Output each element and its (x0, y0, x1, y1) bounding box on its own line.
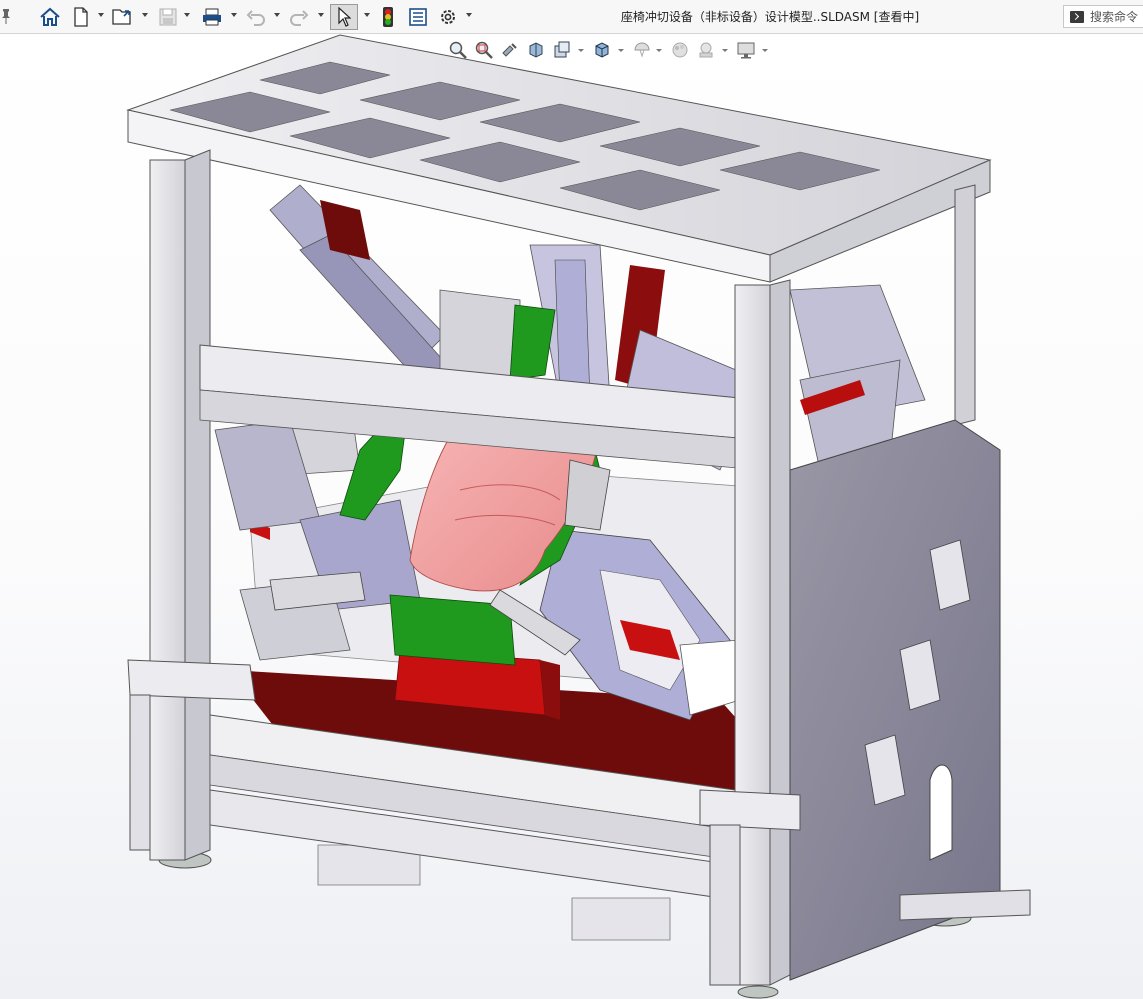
rebuild-icon[interactable] (378, 5, 398, 29)
redo-dropdown-icon[interactable] (318, 13, 324, 17)
open-dropdown-icon[interactable] (142, 13, 148, 17)
pin-icon[interactable] (0, 8, 12, 27)
undo-dropdown-icon[interactable] (274, 13, 280, 17)
redo-icon[interactable] (287, 5, 311, 29)
file-properties-icon[interactable] (407, 5, 429, 29)
undo-icon[interactable] (244, 5, 268, 29)
save-dropdown-icon[interactable] (184, 13, 190, 17)
select-dropdown-icon[interactable] (364, 13, 370, 17)
solidworks-window: 座椅冲切设备（非标设备）设计模型..SLDASM [查看中] 搜索命令 (0, 0, 1143, 999)
search-commands-input[interactable]: 搜索命令 (1063, 5, 1143, 28)
title-toolbar: 座椅冲切设备（非标设备）设计模型..SLDASM [查看中] 搜索命令 (0, 0, 1143, 34)
new-document-icon[interactable] (70, 5, 92, 29)
print-dropdown-icon[interactable] (231, 13, 237, 17)
open-icon[interactable] (110, 5, 136, 29)
options-dropdown-icon[interactable] (466, 13, 472, 17)
home-icon[interactable] (38, 5, 62, 29)
new-dropdown-icon[interactable] (98, 13, 104, 17)
select-icon[interactable] (330, 4, 358, 30)
print-icon[interactable] (199, 5, 225, 29)
save-icon[interactable] (156, 5, 180, 29)
search-placeholder: 搜索命令 (1090, 10, 1139, 24)
assembly-model-view[interactable] (0, 34, 1143, 999)
document-title: 座椅冲切设备（非标设备）设计模型..SLDASM [查看中] (620, 10, 920, 24)
options-icon[interactable] (437, 5, 459, 29)
command-prompt-icon (1070, 10, 1084, 23)
graphics-area[interactable] (0, 34, 1143, 999)
